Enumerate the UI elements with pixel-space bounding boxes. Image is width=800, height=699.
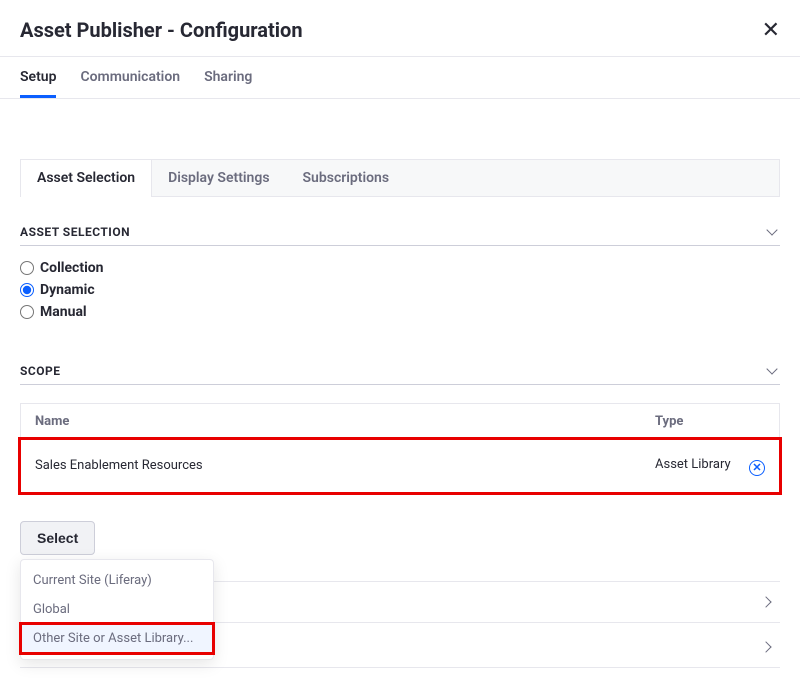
column-header-actions xyxy=(735,414,765,429)
tab-sharing[interactable]: Sharing xyxy=(204,57,252,98)
chevron-down-icon xyxy=(766,364,780,378)
section-asset-selection: ASSET SELECTION Collection Dynamic Manua… xyxy=(20,225,780,320)
scope-table: Name Type Sales Enablement Resources Ass… xyxy=(20,403,780,493)
select-scope-wrap: Select Current Site (Liferay) Global Oth… xyxy=(20,521,95,555)
section-scope: SCOPE Name Type Sales Enablement Resourc… xyxy=(20,364,780,668)
subtab-display-settings[interactable]: Display Settings xyxy=(152,160,286,196)
radio-row-collection[interactable]: Collection xyxy=(20,260,780,276)
radio-row-manual[interactable]: Manual xyxy=(20,304,780,320)
section-title: ASSET SELECTION xyxy=(20,225,130,239)
chevron-down-icon xyxy=(766,225,780,239)
primary-tabs: Setup Communication Sharing xyxy=(0,57,800,99)
select-dropdown: Current Site (Liferay) Global Other Site… xyxy=(20,559,214,660)
chevron-right-icon xyxy=(762,640,776,654)
tab-communication[interactable]: Communication xyxy=(80,57,180,98)
subtab-subscriptions[interactable]: Subscriptions xyxy=(287,160,407,196)
scope-row-type: Asset Library xyxy=(655,457,735,474)
chevron-right-icon xyxy=(762,595,776,609)
section-title: SCOPE xyxy=(20,364,61,378)
table-row: Sales Enablement Resources Asset Library… xyxy=(21,440,779,492)
close-button[interactable]: ✕ xyxy=(762,19,780,41)
section-header-asset-selection[interactable]: ASSET SELECTION xyxy=(20,225,780,246)
select-button[interactable]: Select xyxy=(20,521,95,555)
table-header: Name Type xyxy=(21,404,779,440)
column-header-name: Name xyxy=(35,414,655,429)
subtab-asset-selection[interactable]: Asset Selection xyxy=(20,159,152,196)
dialog-content: Asset Selection Display Settings Subscri… xyxy=(0,99,800,688)
dialog-title: Asset Publisher - Configuration xyxy=(20,18,303,42)
asset-selection-radios: Collection Dynamic Manual xyxy=(20,260,780,320)
remove-icon[interactable]: ✕ xyxy=(749,460,765,476)
radio-row-dynamic[interactable]: Dynamic xyxy=(20,282,780,298)
tab-setup[interactable]: Setup xyxy=(20,57,56,98)
radio-label: Dynamic xyxy=(40,282,95,298)
sub-tabs: Asset Selection Display Settings Subscri… xyxy=(20,159,780,197)
radio-manual[interactable] xyxy=(20,305,34,319)
column-header-type: Type xyxy=(655,414,735,429)
radio-label: Collection xyxy=(40,260,104,276)
dropdown-item-other-site[interactable]: Other Site or Asset Library... xyxy=(21,624,213,653)
section-header-scope[interactable]: SCOPE xyxy=(20,364,780,385)
radio-label: Manual xyxy=(40,304,87,320)
dialog-header: Asset Publisher - Configuration ✕ xyxy=(0,0,800,57)
dropdown-item-global[interactable]: Global xyxy=(21,595,213,624)
dropdown-item-current-site[interactable]: Current Site (Liferay) xyxy=(21,566,213,595)
close-icon: ✕ xyxy=(762,17,780,42)
scope-row-name: Sales Enablement Resources xyxy=(35,458,655,473)
scope-row-actions: ✕ xyxy=(735,456,765,476)
radio-collection[interactable] xyxy=(20,261,34,275)
radio-dynamic[interactable] xyxy=(20,283,34,297)
